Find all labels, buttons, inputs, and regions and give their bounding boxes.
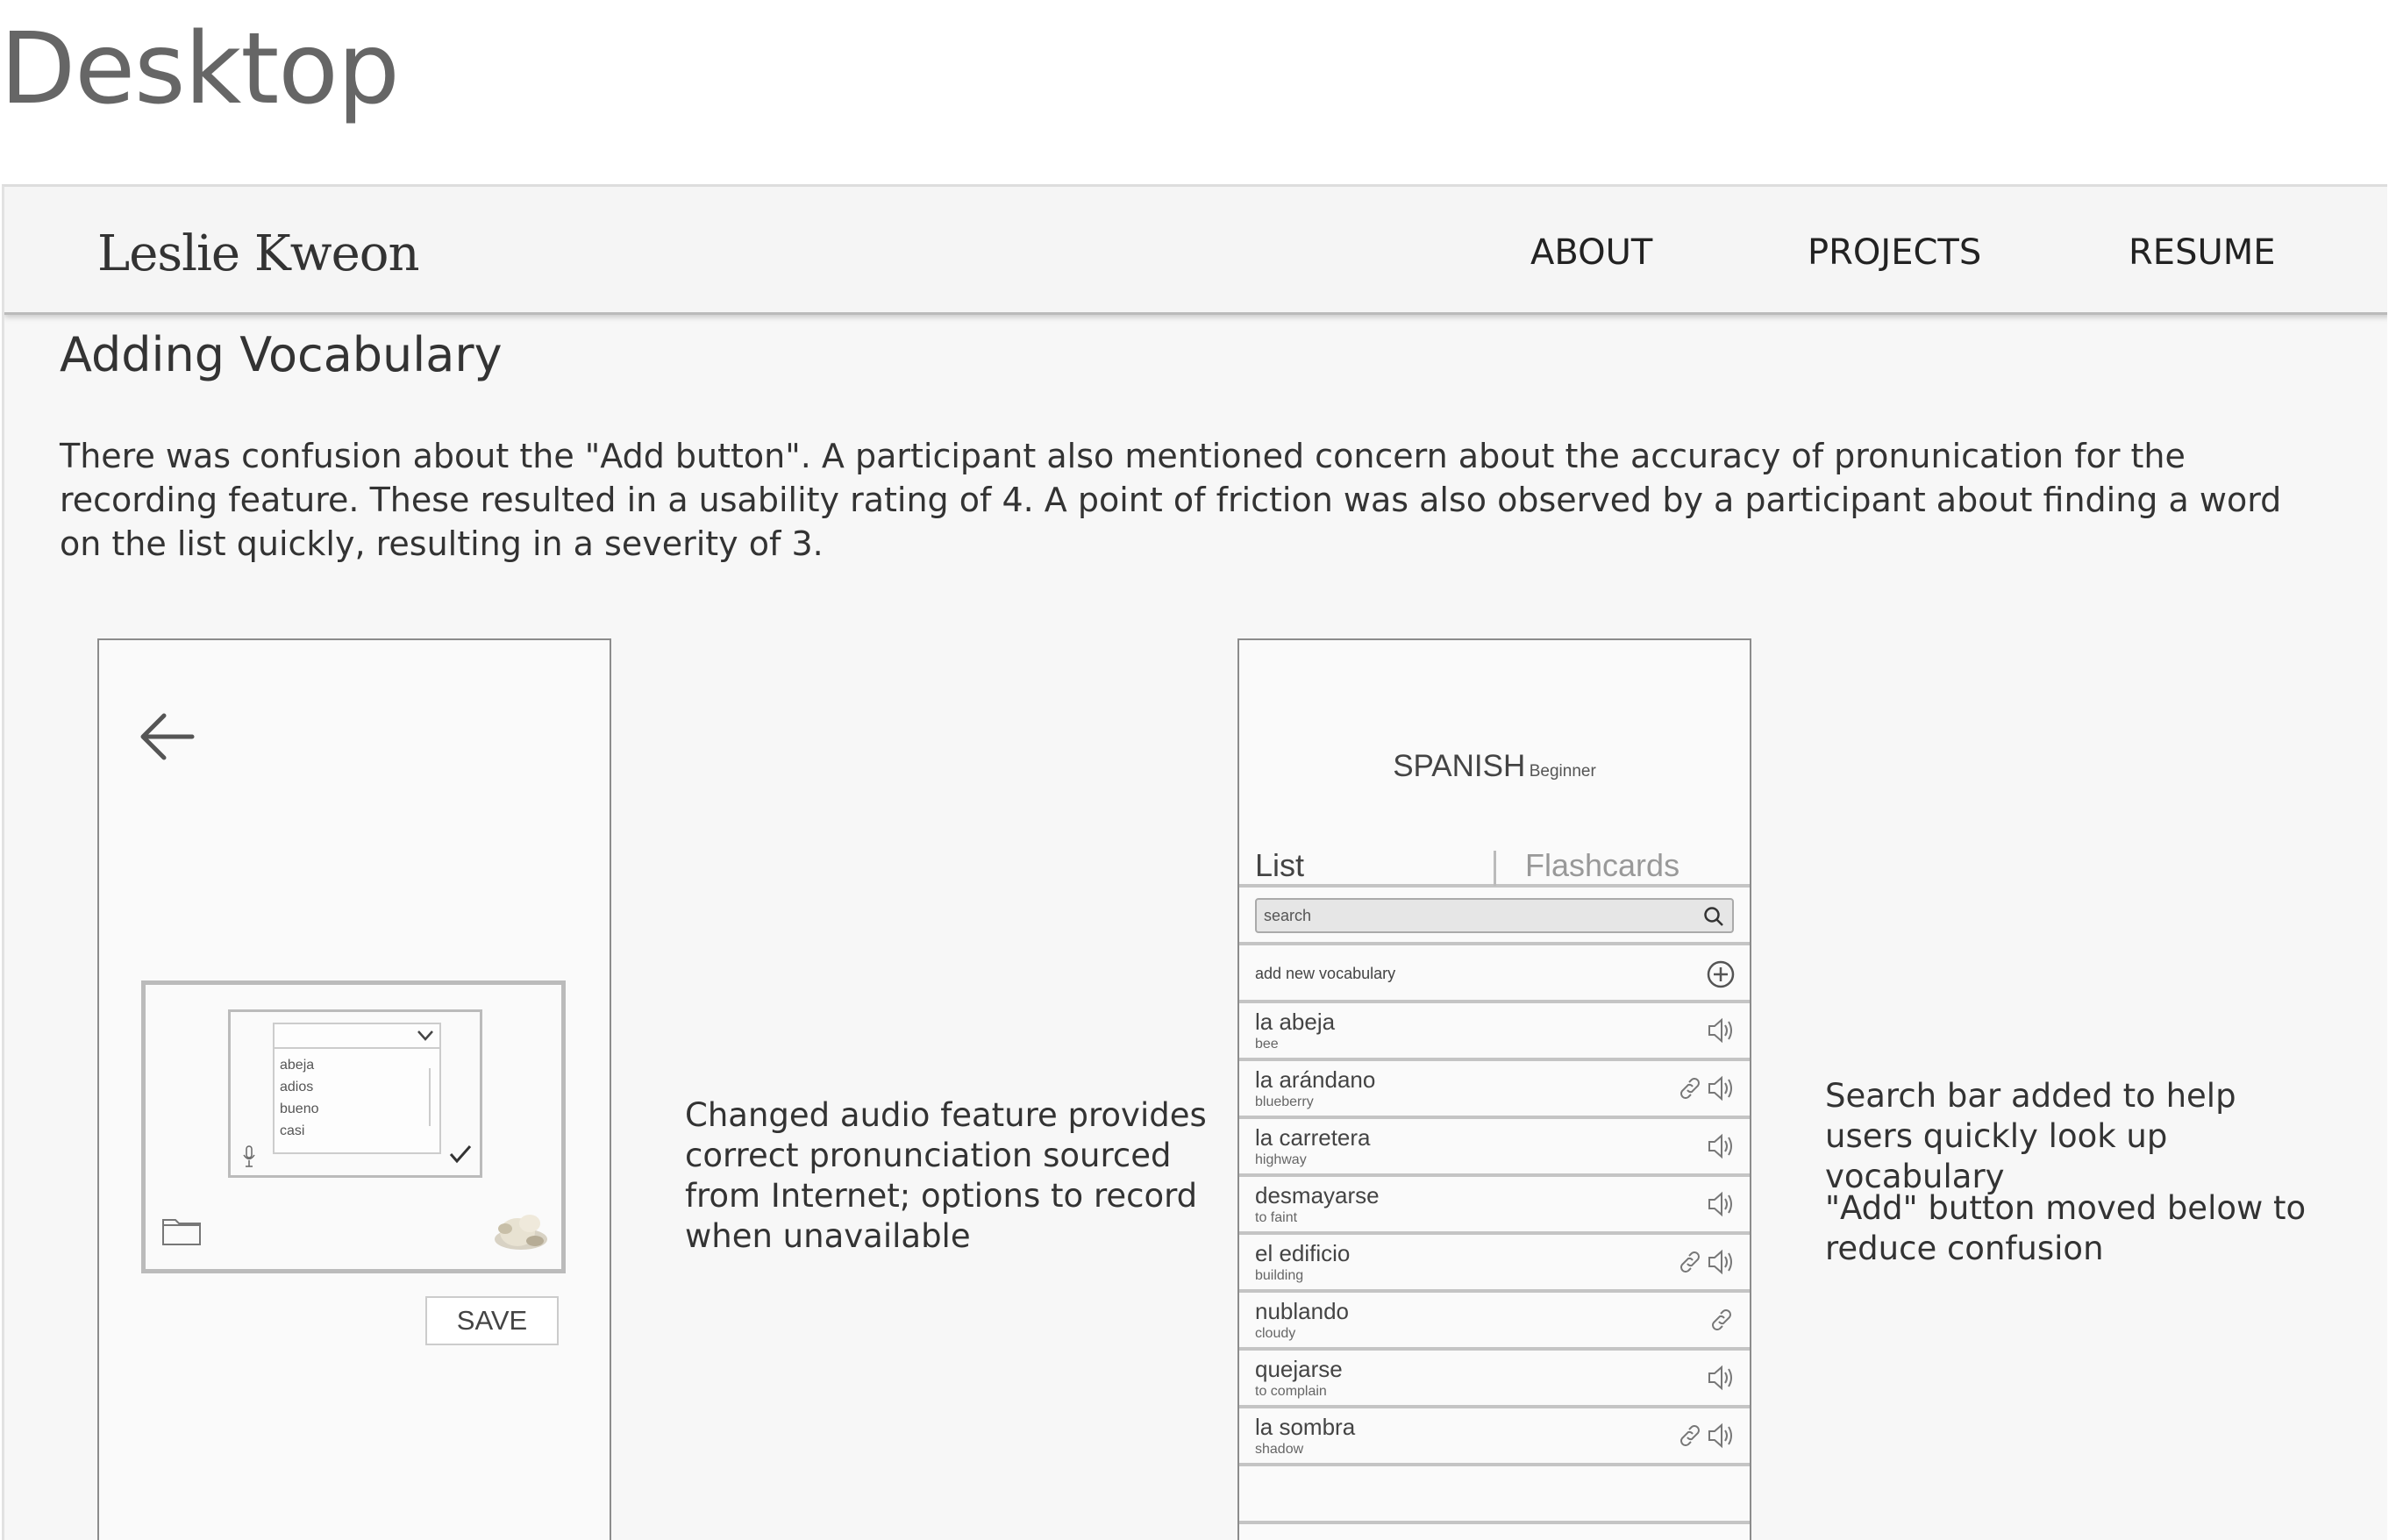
search-placeholder: search: [1264, 907, 1312, 924]
save-button[interactable]: SAVE: [425, 1296, 559, 1345]
chevron-down-icon[interactable]: [417, 1030, 434, 1042]
speaker-icon[interactable]: [1706, 1247, 1737, 1277]
add-vocab-label: add new vocabulary: [1255, 965, 1396, 982]
vocab-row[interactable]: la abeja bee: [1239, 1003, 1750, 1061]
dropdown-option[interactable]: abeja: [280, 1054, 319, 1076]
speaker-icon[interactable]: [1706, 1131, 1737, 1161]
page-heading: Desktop: [0, 12, 400, 126]
vocab-word: nublando: [1255, 1298, 1349, 1324]
add-circle-icon[interactable]: [1706, 959, 1736, 989]
tab-bar: List Flashcards: [1239, 847, 1750, 888]
scrollbar[interactable]: [429, 1068, 431, 1126]
vocab-row-empty: [1239, 1466, 1750, 1524]
vocab-row[interactable]: la sombra shadow: [1239, 1408, 1750, 1466]
vocab-row[interactable]: desmayarse to faint: [1239, 1177, 1750, 1235]
vocab-row[interactable]: el edificio building: [1239, 1235, 1750, 1293]
vocab-row[interactable]: la carretera highway: [1239, 1119, 1750, 1177]
record-card: abeja adios bueno casi: [141, 980, 566, 1273]
speaker-icon[interactable]: [1706, 1016, 1737, 1045]
app-title: SPANISH Beginner: [1239, 749, 1750, 784]
nav-resume[interactable]: RESUME: [2129, 232, 2276, 273]
microphone-icon[interactable]: [243, 1145, 255, 1168]
website-frame: Leslie Kweon ABOUT PROJECTS RESUME Addin…: [2, 184, 2387, 1540]
link-icon[interactable]: [1706, 1305, 1737, 1335]
vocab-translation: building: [1255, 1268, 1304, 1283]
vocab-translation: blueberry: [1255, 1094, 1314, 1109]
vocab-row[interactable]: la arándano blueberry: [1239, 1061, 1750, 1119]
vocab-word: la arándano: [1255, 1066, 1376, 1093]
back-arrow-icon[interactable]: [138, 712, 196, 761]
vocab-list-mockup: SPANISH Beginner List Flashcards search …: [1237, 638, 1751, 1540]
vocab-translation: cloudy: [1255, 1326, 1296, 1341]
audio-feature-note: Changed audio feature provides correct p…: [685, 1096, 1207, 1255]
search-bar-note: Search bar added to help users quickly l…: [1825, 1077, 2236, 1195]
tab-flashcards[interactable]: Flashcards: [1525, 847, 1679, 884]
checkmark-icon[interactable]: [448, 1144, 473, 1165]
dropdown-option[interactable]: adios: [280, 1076, 319, 1098]
vocab-row[interactable]: quejarse to complain: [1239, 1351, 1750, 1408]
speaker-icon[interactable]: [1706, 1189, 1737, 1219]
section-title: Adding Vocabulary: [60, 327, 503, 382]
vocab-row[interactable]: nublando cloudy: [1239, 1293, 1750, 1351]
vocab-word: la carretera: [1255, 1124, 1371, 1151]
navbar: Leslie Kweon ABOUT PROJECTS RESUME: [4, 187, 2387, 315]
vocab-word: la sombra: [1255, 1414, 1356, 1440]
link-icon[interactable]: [1674, 1247, 1706, 1277]
vocab-translation: to complain: [1255, 1384, 1327, 1399]
nav-about[interactable]: ABOUT: [1530, 232, 1652, 273]
vocab-translation: to faint: [1255, 1210, 1298, 1225]
language-title: SPANISH: [1393, 749, 1526, 783]
tab-list[interactable]: List: [1255, 847, 1304, 884]
add-vocab-row[interactable]: add new vocabulary: [1239, 945, 1750, 1003]
dropdown-option[interactable]: bueno: [280, 1098, 319, 1120]
speaker-icon[interactable]: [1706, 1073, 1737, 1103]
link-icon[interactable]: [1674, 1073, 1706, 1103]
vocab-translation: highway: [1255, 1152, 1307, 1167]
word-select-box: abeja adios bueno casi: [228, 1009, 482, 1178]
search-icon[interactable]: [1702, 905, 1725, 928]
add-vocab-mockup: abeja adios bueno casi SAVE: [97, 638, 611, 1540]
vocab-word: desmayarse: [1255, 1182, 1380, 1208]
vocab-word: el edificio: [1255, 1240, 1351, 1266]
vocab-word: la abeja: [1255, 1009, 1336, 1035]
speaker-icon[interactable]: [1706, 1363, 1737, 1393]
speaker-icon[interactable]: [1706, 1421, 1737, 1451]
add-button-note: "Add" button moved below to reduce confu…: [1825, 1189, 2307, 1267]
word-dropdown[interactable]: abeja adios bueno casi: [273, 1023, 441, 1154]
link-icon[interactable]: [1674, 1421, 1706, 1451]
search-input[interactable]: search: [1255, 898, 1734, 933]
vocab-translation: shadow: [1255, 1442, 1304, 1457]
dropdown-option[interactable]: casi: [280, 1120, 319, 1142]
site-logo[interactable]: Leslie Kweon: [97, 225, 420, 282]
level-label: Beginner: [1529, 762, 1596, 781]
search-row: search: [1239, 888, 1750, 945]
section-paragraph: There was confusion about the "Add butto…: [60, 437, 2282, 563]
vocab-word: quejarse: [1255, 1356, 1343, 1382]
bee-image: [495, 1215, 547, 1250]
vocab-translation: bee: [1255, 1037, 1279, 1052]
folder-icon[interactable]: [161, 1215, 202, 1246]
nav-projects[interactable]: PROJECTS: [1808, 232, 1981, 273]
